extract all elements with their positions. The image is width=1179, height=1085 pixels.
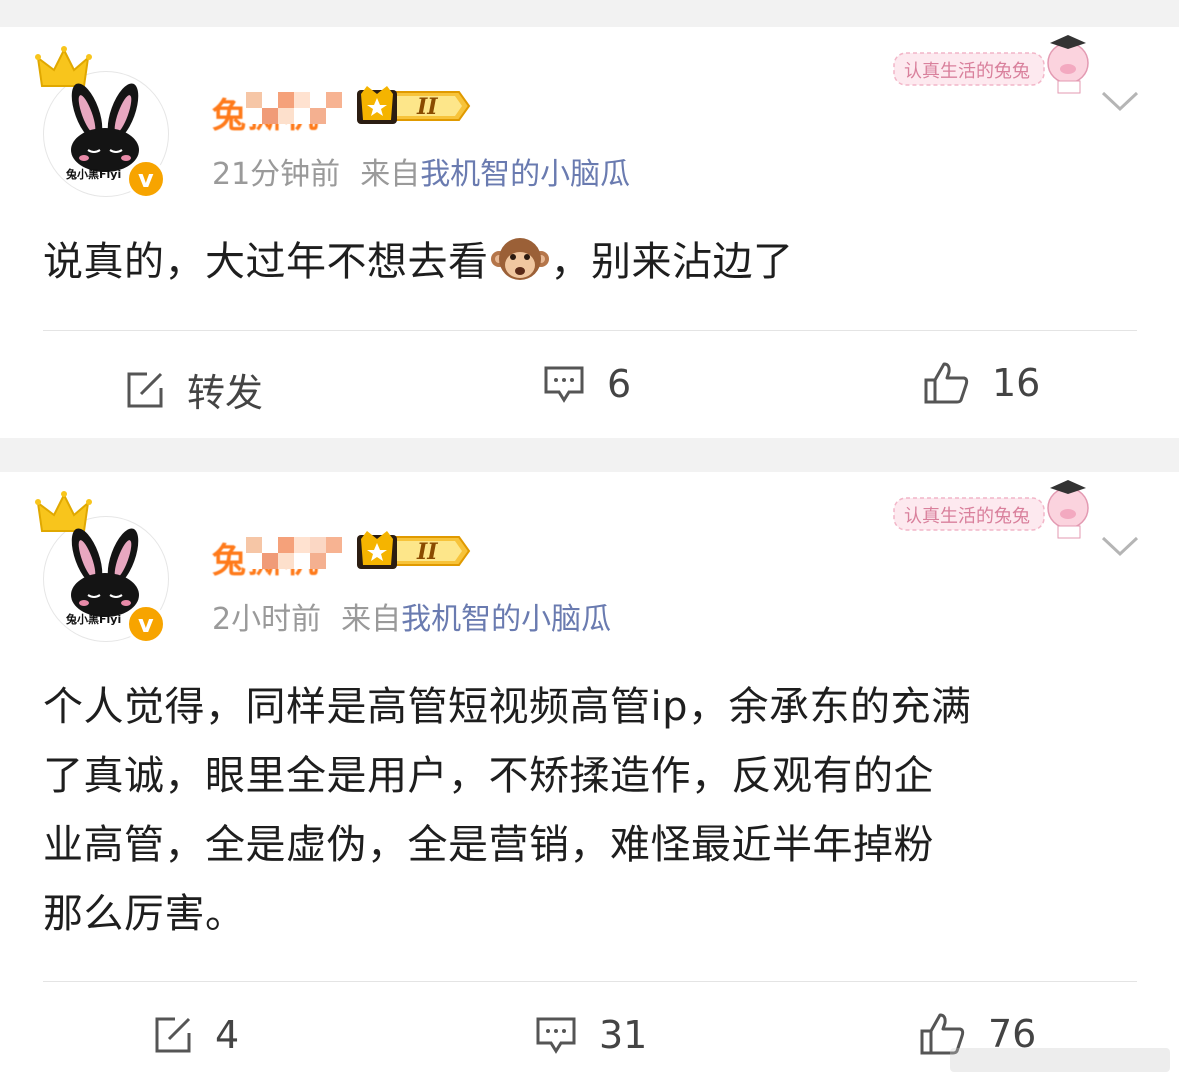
post-source-link[interactable]: 我机智的小脑瓜 bbox=[420, 157, 630, 192]
post-content: 说真的，大过年不想去看 ，别来沾边了 bbox=[43, 228, 1143, 297]
user-avatar[interactable]: 兔小黑Flyi v bbox=[35, 46, 169, 199]
avatar-caption: 兔小黑Flyi bbox=[66, 613, 122, 626]
repost-button[interactable]: 4 bbox=[153, 1013, 239, 1057]
like-count: 16 bbox=[992, 361, 1041, 405]
verified-badge-icon: v bbox=[126, 604, 166, 644]
divider bbox=[43, 330, 1137, 331]
post-card: 兔小黑Flyi v 兔撕机 II 21分钟前来自我机智的小脑瓜 认真生活的兔兔 … bbox=[0, 27, 1179, 438]
chevron-down-icon[interactable] bbox=[1100, 534, 1140, 558]
content-line: 那么厉害。 bbox=[43, 891, 246, 937]
piggy-sticker-icon: 认真生活的兔兔 bbox=[893, 35, 1089, 94]
repost-count: 4 bbox=[215, 1013, 240, 1057]
svg-text:认真生活的兔兔: 认真生活的兔兔 bbox=[904, 61, 1030, 82]
member-level-badge-icon[interactable]: II bbox=[357, 529, 473, 573]
repost-icon bbox=[155, 1017, 191, 1053]
comment-icon bbox=[536, 1017, 576, 1054]
chevron-down-icon[interactable] bbox=[1100, 89, 1140, 113]
svg-text:认真生活的兔兔: 认真生活的兔兔 bbox=[904, 506, 1030, 527]
content-line: 个人觉得，同样是高管短视频高管ip，余承东的充满 bbox=[43, 684, 972, 730]
post-content: 个人觉得，同样是高管短视频高管ip，余承东的充满 了真诚，眼里全是用户，不矫揉造… bbox=[43, 673, 1143, 949]
source-prefix: 来自 bbox=[360, 157, 421, 192]
post-source-link[interactable]: 我机智的小脑瓜 bbox=[401, 602, 611, 637]
comment-button[interactable]: 6 bbox=[543, 362, 631, 406]
piggy-sticker-icon: 认真生活的兔兔 bbox=[893, 480, 1089, 539]
divider bbox=[43, 981, 1137, 982]
comment-button[interactable]: 31 bbox=[535, 1013, 647, 1057]
username-mosaic bbox=[246, 537, 342, 569]
content-text-after: ，别来沾边了 bbox=[550, 239, 794, 285]
member-level-badge-icon[interactable]: II bbox=[357, 84, 473, 128]
monkey-face-icon bbox=[490, 238, 549, 280]
repost-button[interactable]: 转发 bbox=[125, 362, 263, 417]
comment-count: 31 bbox=[599, 1013, 648, 1057]
thumbs-up-icon bbox=[924, 362, 969, 404]
watermark-overlay bbox=[950, 1048, 1170, 1072]
svg-text:II: II bbox=[416, 94, 438, 120]
like-button[interactable]: 16 bbox=[924, 360, 1040, 406]
content-text-before: 说真的，大过年不想去看 bbox=[43, 239, 489, 285]
content-line: 业高管，全是虚伪，全是营销，难怪最近半年掉粉 bbox=[43, 822, 934, 868]
repost-icon bbox=[127, 372, 163, 407]
avatar-caption: 兔小黑Flyi bbox=[66, 168, 122, 181]
username-row: 兔撕机 II bbox=[212, 86, 471, 136]
post-meta: 2小时前 来自我机智的小脑瓜 bbox=[212, 594, 611, 638]
username-mosaic bbox=[246, 92, 342, 124]
comment-count: 6 bbox=[607, 362, 632, 406]
post-time: 2小时前 bbox=[212, 602, 322, 637]
username-row: 兔撕机 II bbox=[212, 531, 471, 581]
post-time: 21分钟前 bbox=[212, 157, 341, 192]
user-avatar[interactable]: 兔小黑Flyi v bbox=[35, 491, 169, 644]
verified-badge-icon: v bbox=[126, 159, 166, 199]
svg-text:II: II bbox=[416, 539, 438, 565]
comment-icon bbox=[544, 366, 584, 403]
repost-label: 转发 bbox=[187, 371, 264, 415]
post-meta: 21分钟前 来自我机智的小脑瓜 bbox=[212, 149, 630, 193]
source-prefix: 来自 bbox=[341, 602, 402, 637]
content-line: 了真诚，眼里全是用户，不矫揉造作，反观有的企 bbox=[43, 753, 934, 799]
post-card: 兔小黑Flyi v 兔撕机 II 2小时前来自我机智的小脑瓜 认真生活的兔兔 个… bbox=[0, 472, 1179, 1085]
